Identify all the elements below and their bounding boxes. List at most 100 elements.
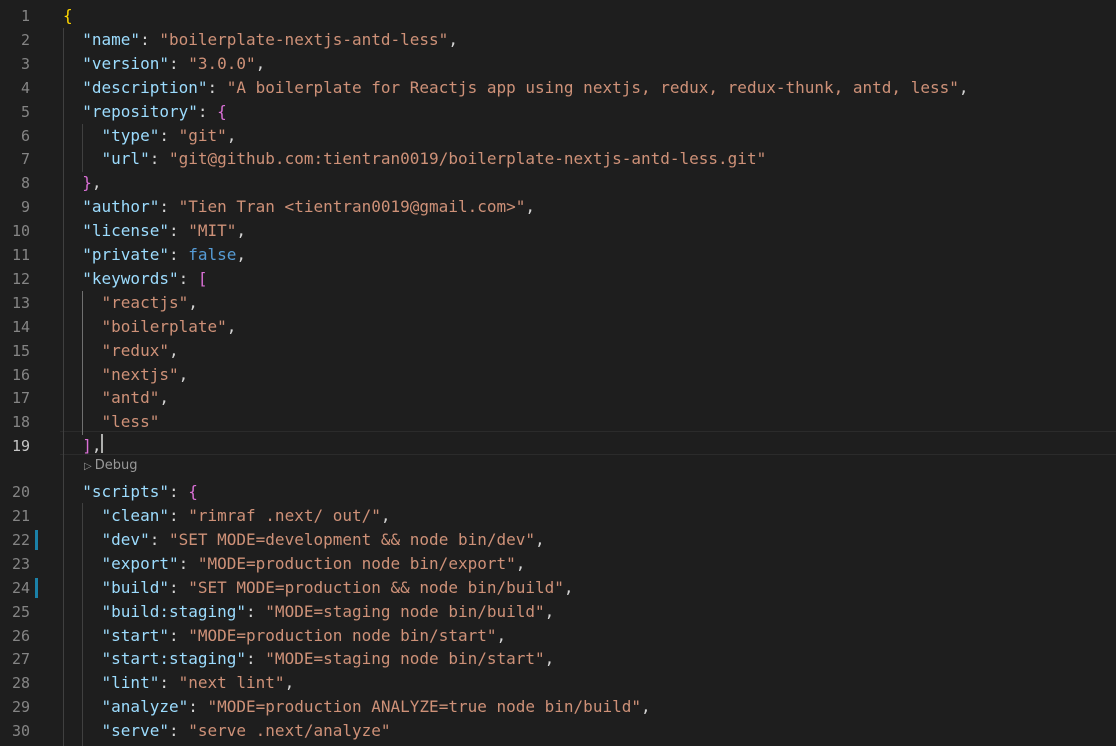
line-number: 28 [11,674,30,692]
code-line[interactable]: 29 "analyze": "MODE=production ANALYZE=t… [0,695,1116,719]
code-token: "less" [101,412,160,431]
code-line[interactable]: 26 "start": "MODE=production node bin/st… [0,624,1116,648]
line-code: "type": "git", [63,124,237,148]
code-token: : [140,30,160,49]
code-editor[interactable]: 1{2 "name": "boilerplate-nextjs-antd-les… [0,0,1116,746]
code-token: "keywords" [82,269,179,288]
code-line[interactable]: 4 "description": "A boilerplate for Reac… [0,76,1116,100]
code-token: "repository" [82,102,198,121]
text-cursor [101,434,103,453]
code-token: : [168,578,189,597]
code-token: "private" [82,245,169,264]
code-line[interactable]: 8 }, [0,171,1116,195]
code-line[interactable]: 20 "scripts": { [0,480,1116,504]
code-token: "boilerplate" [101,317,227,336]
code-token: "scripts" [82,482,169,501]
code-line[interactable]: 25 "build:staging": "MODE=staging node b… [0,600,1116,624]
code-token: "SET MODE=development && node bin/dev" [168,530,536,549]
code-token: , [544,602,555,621]
code-token: : [149,149,169,168]
code-line[interactable]: 28 "lint": "next lint", [0,671,1116,695]
code-token: [ [197,269,208,288]
modified-line-gutter-marker [35,530,38,550]
line-code: "license": "MIT", [63,219,246,243]
code-line[interactable]: 23 "export": "MODE=production node bin/e… [0,552,1116,576]
code-line[interactable]: 16 "nextjs", [0,363,1116,387]
code-token: : [197,102,218,121]
code-token: : [159,126,179,145]
line-code: "redux", [63,339,179,363]
code-line[interactable]: 22 "dev": "SET MODE=development && node … [0,528,1116,552]
code-line[interactable]: 3 "version": "3.0.0", [0,52,1116,76]
code-line[interactable]: 2 "name": "boilerplate-nextjs-antd-less"… [0,28,1116,52]
code-token: } [82,173,92,192]
code-line[interactable]: 27 "start:staging": "MODE=staging node b… [0,647,1116,671]
code-token: : [246,602,266,621]
line-number: 21 [11,507,30,525]
code-token: , [159,388,169,407]
code-line[interactable]: 11 "private": false, [0,243,1116,267]
code-token: "MODE=production ANALYZE=true node bin/b… [207,697,641,716]
line-code: "dev": "SET MODE=development && node bin… [63,528,545,552]
line-code: "keywords": [ [63,267,208,291]
code-token: "MODE=staging node bin/build" [265,602,545,621]
code-line[interactable]: 21 "clean": "rimraf .next/ out/", [0,504,1116,528]
line-code: "antd", [63,386,169,410]
code-token: "dev" [101,530,150,549]
line-code: "private": false, [63,243,246,267]
code-line[interactable]: 9 "author": "Tien Tran <tientran0019@gma… [0,195,1116,219]
code-line[interactable]: 30 "serve": "serve .next/analyze" [0,719,1116,743]
line-code: "start:staging": "MODE=staging node bin/… [63,647,555,671]
code-token: "url" [101,149,150,168]
line-code: "serve": "serve .next/analyze" [63,719,391,743]
modified-line-gutter-marker [35,578,38,598]
line-code: "nextjs", [63,363,189,387]
code-token: "description" [82,78,208,97]
code-token: , [255,54,266,73]
code-token: "boilerplate-nextjs-antd-less" [159,30,449,49]
code-line[interactable]: 14 "boilerplate", [0,315,1116,339]
code-token: "MODE=production node bin/start" [188,626,497,645]
code-token: "type" [101,126,160,145]
code-line[interactable]: 15 "redux", [0,339,1116,363]
code-line[interactable]: 13 "reactjs", [0,291,1116,315]
line-code: "author": "Tien Tran <tientran0019@gmail… [63,195,535,219]
code-token: , [284,673,295,692]
code-line[interactable]: 7 "url": "git@github.com:tientran0019/bo… [0,147,1116,171]
code-line[interactable]: 5 "repository": { [0,100,1116,124]
code-token: "git@github.com:tientran0019/boilerplate… [168,149,767,168]
code-line[interactable]: 17 "antd", [0,386,1116,410]
line-number: 23 [11,555,30,573]
code-token: "build:staging" [101,602,247,621]
code-line[interactable]: 1{ [0,4,1116,28]
code-line[interactable]: 10 "license": "MIT", [0,219,1116,243]
debug-codelens[interactable]: ▷ Debug [84,456,137,476]
code-token: { [217,102,227,121]
code-line[interactable]: 19 ], [0,434,1116,458]
code-token: : [207,78,227,97]
code-line[interactable]: 12 "keywords": [ [0,267,1116,291]
code-line[interactable]: 24 "build": "SET MODE=production && node… [0,576,1116,600]
code-line[interactable]: 18 "less" [0,410,1116,434]
code-line[interactable]: 6 "type": "git", [0,124,1116,148]
line-number: 13 [11,294,30,312]
code-token: "Tien Tran <tientran0019@gmail.com>" [178,197,526,216]
code-token: : [168,54,189,73]
line-code: ], [63,434,101,458]
code-token: "MIT" [188,221,237,240]
line-number: 26 [11,627,30,645]
code-token: : [188,697,208,716]
code-token: : [168,721,189,740]
code-token: : [246,649,266,668]
